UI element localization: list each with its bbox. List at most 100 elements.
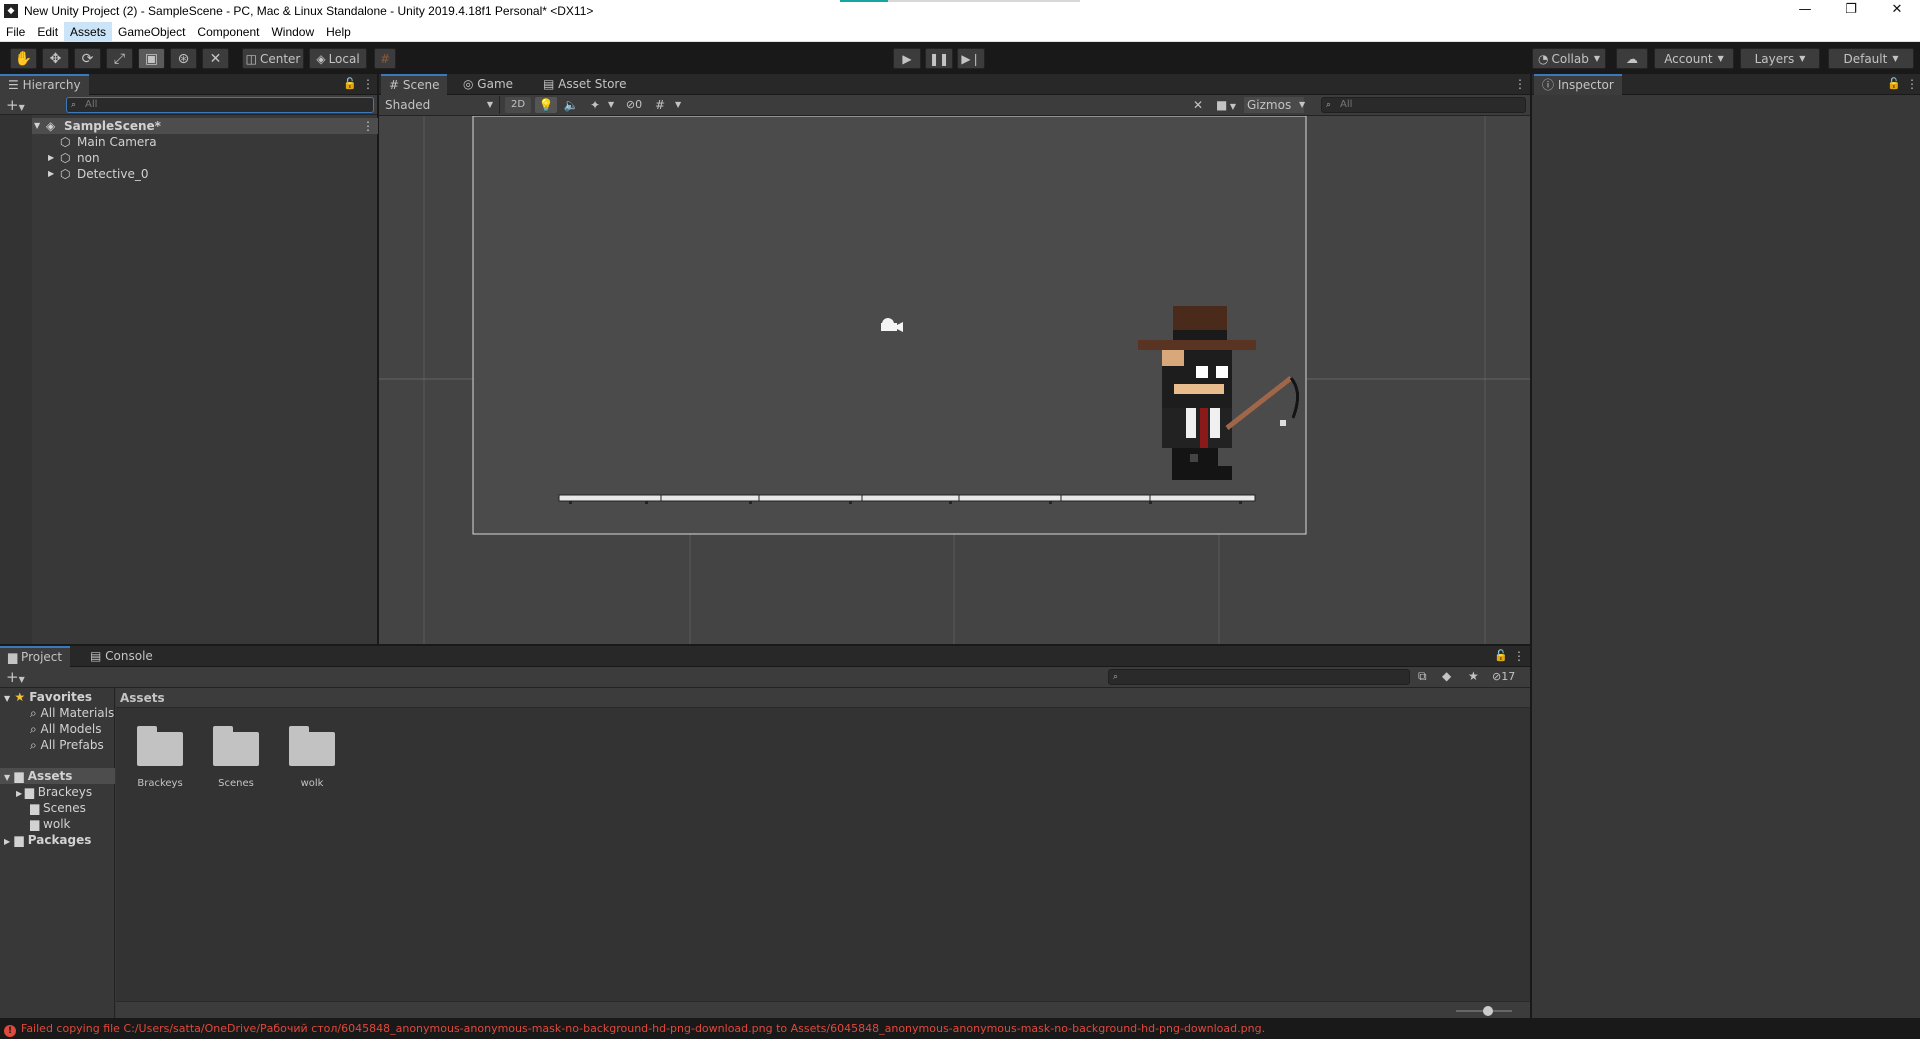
create-button[interactable]: +▼ <box>6 668 25 686</box>
packages-row[interactable]: ▶ ▆ Packages <box>0 832 115 848</box>
hierarchy-search-input[interactable]: ⌕ All <box>66 97 374 113</box>
breadcrumb[interactable]: Assets <box>116 688 1530 708</box>
more-options-icon[interactable]: ⋮ <box>1513 649 1525 663</box>
2d-toggle[interactable]: 2D <box>505 97 531 113</box>
hierarchy-item[interactable]: ▶ ⬡ non <box>0 150 378 166</box>
more-options-icon[interactable]: ⋮ <box>1514 77 1526 91</box>
collab-dropdown[interactable]: ◔ Collab ▼ <box>1532 48 1606 69</box>
menu-file[interactable]: File <box>0 22 31 42</box>
maximize-button[interactable]: ❐ <box>1828 0 1874 22</box>
cloud-button[interactable]: ☁ <box>1616 48 1648 69</box>
scene-options-icon[interactable]: ⋮ <box>362 118 374 134</box>
expand-arrow-icon[interactable]: ▼ <box>34 118 40 134</box>
move-tool-button[interactable]: ✥ <box>42 48 69 69</box>
pause-icon: ❚❚ <box>928 51 950 66</box>
camera-dropdown[interactable]: ■ ▼ <box>1211 97 1241 113</box>
console-icon: ▤ <box>90 649 106 663</box>
expand-arrow-icon[interactable]: ▶ <box>48 166 54 182</box>
shading-mode-dropdown[interactable]: Shaded ▼ <box>382 96 500 114</box>
tab-console[interactable]: ▤ Console <box>82 646 161 667</box>
search-by-type-icon[interactable]: ⧉ <box>1418 669 1427 684</box>
hand-tool-button[interactable]: ✋ <box>10 48 37 69</box>
menu-edit[interactable]: Edit <box>31 22 64 42</box>
lighting-toggle[interactable]: 💡 <box>535 97 557 113</box>
hierarchy-item[interactable]: ⬡ Main Camera <box>0 134 378 150</box>
taskbar-accent <box>840 0 888 2</box>
hierarchy-gutter <box>0 115 32 644</box>
scene-viewport[interactable] <box>379 116 1530 644</box>
hierarchy-item[interactable]: ▶ ⬡ Detective_0 <box>0 166 378 182</box>
scale-tool-button[interactable]: ⤢ <box>106 48 133 69</box>
close-button[interactable]: ✕ <box>1874 0 1920 22</box>
custom-tool-button[interactable]: ✕ <box>202 48 229 69</box>
favorite-item[interactable]: ⌕ All Materials <box>30 705 115 721</box>
scene-search-input[interactable]: ⌕ All <box>1321 97 1526 113</box>
favorite-item[interactable]: ⌕ All Models <box>30 721 115 737</box>
tab-asset-store[interactable]: ▤ Asset Store <box>535 74 635 95</box>
folder-item[interactable]: ▆ wolk <box>30 816 115 832</box>
icon-size-slider-thumb[interactable] <box>1483 1006 1493 1016</box>
lock-icon[interactable]: 🔓 <box>343 77 357 90</box>
rect-tool-button[interactable]: ▣ <box>138 48 165 69</box>
play-button[interactable]: ▶ <box>893 48 921 69</box>
lock-icon[interactable]: 🔓 <box>1887 77 1901 90</box>
status-bar[interactable]: ! Failed copying file C:/Users/satta/OneD… <box>0 1018 1920 1039</box>
account-dropdown[interactable]: Account ▼ <box>1654 48 1734 69</box>
favorite-item[interactable]: ⌕ All Prefabs <box>30 737 115 753</box>
hidden-packages-toggle[interactable]: ⊘17 <box>1492 670 1515 683</box>
layout-dropdown[interactable]: Default ▼ <box>1828 48 1914 69</box>
asset-folder[interactable]: Scenes <box>201 726 271 789</box>
search-by-label-icon[interactable]: ◆ <box>1442 669 1451 683</box>
grid-visibility-toggle[interactable]: # <box>649 97 671 113</box>
favorite-star-icon[interactable]: ★ <box>1468 669 1479 683</box>
tab-hierarchy[interactable]: ☰ Hierarchy <box>0 74 89 95</box>
tools-toggle[interactable]: ✕ <box>1187 97 1209 113</box>
project-search-input[interactable]: ⌕ <box>1108 669 1410 685</box>
status-message: Failed copying file C:/Users/satta/OneDr… <box>21 1022 1266 1035</box>
hidden-objects-toggle[interactable]: ⊘0 <box>620 97 648 113</box>
asset-folder[interactable]: Brackeys <box>125 726 195 789</box>
menu-help[interactable]: Help <box>320 22 357 42</box>
transform-tool-button[interactable]: ⊛ <box>170 48 197 69</box>
chevron-down-icon[interactable]: ▼ <box>1299 100 1305 109</box>
tab-inspector[interactable]: ⓘ Inspector <box>1534 74 1622 95</box>
tab-game[interactable]: ◎ Game <box>455 74 521 95</box>
tab-scene[interactable]: # Scene <box>381 74 448 95</box>
effects-dropdown[interactable]: ✦ <box>584 97 606 113</box>
folder-item[interactable]: ▆ Scenes <box>30 800 115 816</box>
more-options-icon[interactable]: ⋮ <box>362 77 374 91</box>
menu-gameobject[interactable]: GameObject <box>112 22 191 42</box>
grid-snap-button[interactable]: # <box>374 48 396 69</box>
layers-dropdown[interactable]: Layers ▼ <box>1740 48 1820 69</box>
chevron-down-icon[interactable]: ▼ <box>608 100 614 109</box>
menu-component[interactable]: Component <box>191 22 265 42</box>
scene-canvas[interactable] <box>379 116 1530 644</box>
pause-button[interactable]: ❚❚ <box>925 48 953 69</box>
search-icon: ⌕ <box>30 706 41 720</box>
chevron-down-icon[interactable]: ▼ <box>675 100 681 109</box>
step-button[interactable]: ▶❘ <box>957 48 985 69</box>
chevron-down-icon: ▼ <box>1227 102 1237 111</box>
scene-tabbar: # Scene ◎ Game ▤ Asset Store ⋮ <box>379 74 1530 95</box>
tab-project[interactable]: ▆ Project <box>0 646 71 667</box>
scene-row[interactable]: ▼ ◈ SampleScene* ⋮ <box>0 118 378 134</box>
folder-item[interactable]: ▶ ▆ Brackeys <box>16 784 115 800</box>
pivot-local-button[interactable]: ◈ Local <box>309 48 367 69</box>
favorites-row[interactable]: ▼ ★ Favorites <box>0 689 115 705</box>
menu-assets[interactable]: Assets <box>64 21 113 42</box>
create-button[interactable]: +▼ <box>6 96 25 114</box>
menu-window[interactable]: Window <box>265 22 320 42</box>
scene-toolbar: Shaded ▼ 2D 💡 🔈 ✦ ▼ ⊘0 # ▼ ✕ ■ ▼ Gizmos … <box>379 95 1530 116</box>
lock-icon[interactable]: 🔓 <box>1494 649 1508 662</box>
pivot-center-button[interactable]: ◫ Center <box>242 48 304 69</box>
audio-toggle[interactable]: 🔈 <box>560 97 582 113</box>
expand-arrow-icon: ▶ <box>16 789 25 798</box>
expand-arrow-icon[interactable]: ▶ <box>48 150 54 166</box>
rotate-tool-button[interactable]: ⟳ <box>74 48 101 69</box>
assets-row[interactable]: ▼ ▆ Assets <box>0 768 115 784</box>
more-options-icon[interactable]: ⋮ <box>1906 77 1918 91</box>
minimize-button[interactable]: — <box>1782 0 1828 22</box>
gizmos-dropdown[interactable]: Gizmos <box>1244 97 1304 113</box>
asset-folder[interactable]: wolk <box>277 726 347 789</box>
gameobject-icon: ⬡ <box>60 135 71 149</box>
